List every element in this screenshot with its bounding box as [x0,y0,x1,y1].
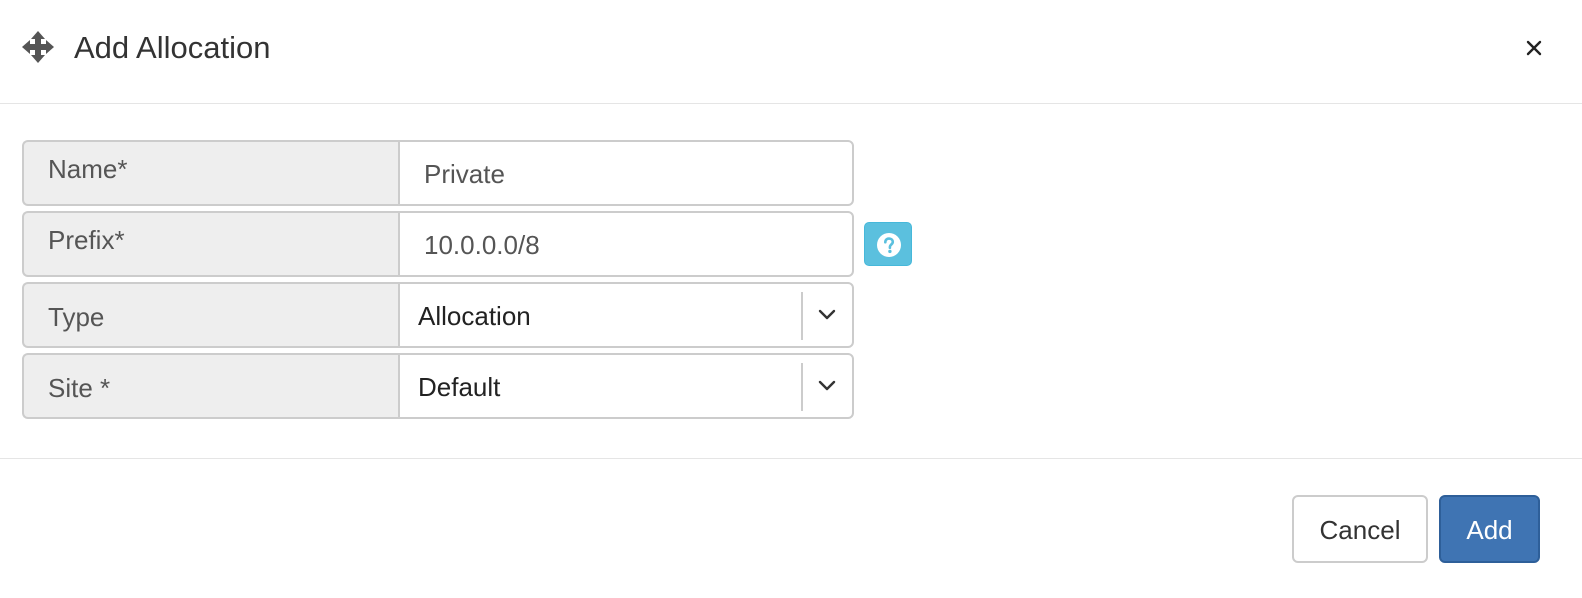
name-input-value: Private [424,159,505,189]
question-circle-icon [877,233,901,257]
type-label: Type [22,282,400,348]
site-row: Site * Default [22,353,854,419]
dialog-title: Add Allocation [74,30,271,65]
prefix-input[interactable]: 10.0.0.0/8 [398,211,854,277]
add-allocation-dialog: Add Allocation Name* Private Prefix* 10.… [0,0,1582,598]
name-label: Name* [22,140,400,206]
type-row: Type Allocation [22,282,854,348]
site-select[interactable]: Default [398,353,854,419]
site-select-value: Default [418,372,501,402]
type-select-value: Allocation [418,301,531,331]
chevron-down-icon[interactable] [818,308,836,322]
prefix-row: Prefix* 10.0.0.0/8 [22,211,854,277]
select-divider [801,363,803,411]
close-icon[interactable] [1520,34,1548,62]
dialog-footer: Cancel Add [0,458,1582,598]
select-divider [801,292,803,340]
dialog-header: Add Allocation [0,0,1582,104]
add-button[interactable]: Add [1439,495,1540,563]
type-select[interactable]: Allocation [398,282,854,348]
site-label: Site * [22,353,400,419]
move-arrows-icon[interactable] [22,31,54,63]
prefix-label: Prefix* [22,211,400,277]
prefix-input-value: 10.0.0.0/8 [424,230,540,260]
name-row: Name* Private [22,140,854,206]
chevron-down-icon[interactable] [818,379,836,393]
prefix-help-button[interactable] [864,222,912,266]
cancel-button[interactable]: Cancel [1292,495,1428,563]
name-input[interactable]: Private [398,140,854,206]
